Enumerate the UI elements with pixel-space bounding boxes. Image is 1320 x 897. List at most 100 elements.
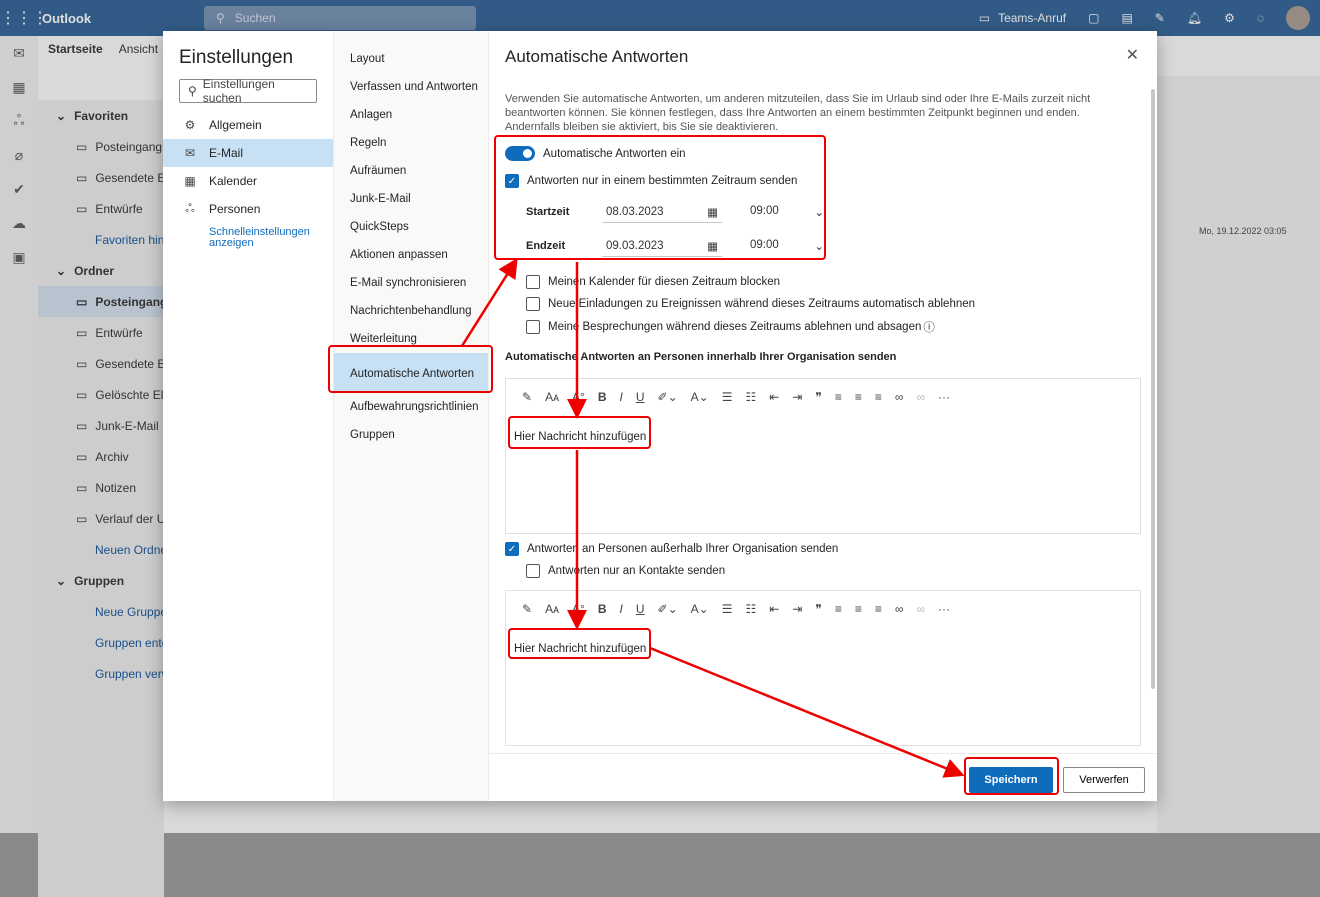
category-mail[interactable]: ✉ E-Mail	[163, 139, 333, 167]
unlink-icon[interactable]: ∞	[916, 390, 925, 404]
numbering-icon[interactable]: ☷	[745, 602, 756, 616]
app-launcher-icon[interactable]: ⋮⋮⋮	[0, 8, 48, 28]
outdent-icon[interactable]: ⇤	[769, 602, 779, 616]
folder-item[interactable]: ▭ Entwürfe	[38, 193, 164, 224]
section-item[interactable]: Aufbewahrungsrichtlinien	[334, 393, 488, 421]
align-center-icon[interactable]: ≡	[855, 390, 862, 404]
numbering-icon[interactable]: ☷	[745, 390, 756, 404]
mail-icon[interactable]: ✉	[0, 36, 38, 70]
avatar[interactable]	[1286, 6, 1310, 30]
more-icon[interactable]: ···	[938, 602, 950, 616]
underline-icon[interactable]: U	[636, 390, 645, 404]
todo-icon[interactable]: ✔	[0, 172, 38, 206]
external-checkbox[interactable]: ✓	[505, 542, 519, 556]
align-left-icon[interactable]: ≡	[835, 390, 842, 404]
align-right-icon[interactable]: ≡	[875, 390, 882, 404]
bell-icon[interactable]: 🔔︎	[1187, 11, 1202, 25]
indent-icon[interactable]: ⇥	[792, 602, 802, 616]
folder-item[interactable]: ▭ Entwürfe	[38, 317, 164, 348]
bold-icon[interactable]: B	[598, 602, 607, 616]
folder-item[interactable]: ⌄ Ordner	[38, 255, 164, 286]
font-color-icon[interactable]: A⌄	[691, 390, 709, 404]
highlight-icon[interactable]: ✐⌄	[658, 602, 678, 616]
close-icon[interactable]: ✕	[1126, 45, 1139, 65]
section-item[interactable]: E-Mail synchronisieren	[334, 269, 488, 297]
superscript-icon[interactable]: A°	[572, 602, 585, 616]
folder-item[interactable]: ▭ Archiv	[38, 441, 164, 472]
people-icon[interactable]: ஃ	[0, 104, 38, 138]
section-item[interactable]: Gruppen	[334, 421, 488, 449]
underline-icon[interactable]: U	[636, 602, 645, 616]
tab-home[interactable]: Startseite	[48, 42, 103, 56]
folder-item[interactable]: Gruppen verw	[38, 658, 164, 689]
internal-editor[interactable]: ✎ Aᴀ A° B I U ✐⌄ A⌄ ☰ ☷ ⇤ ⇥ ❞ ≡ ≡ ≡ ∞ ∞ ··· Hier Nachricht…	[505, 378, 1141, 534]
category-calendar[interactable]: ▦ Kalender	[163, 167, 333, 195]
folder-item[interactable]: Neuen Ordner	[38, 534, 164, 565]
category-people[interactable]: ஃ Personen	[163, 195, 333, 223]
section-item[interactable]: Anlagen	[334, 101, 488, 129]
section-item[interactable]: Nachrichtenbehandlung	[334, 297, 488, 325]
align-center-icon[interactable]: ≡	[855, 602, 862, 616]
lightbulb-icon[interactable]: ◌	[1257, 11, 1264, 25]
more-icon[interactable]: ···	[938, 390, 950, 404]
font-size-icon[interactable]: Aᴀ	[545, 390, 559, 404]
teams-call-button[interactable]: ▭ Teams-Anruf	[979, 11, 1066, 25]
attach-icon[interactable]: ⌀	[0, 138, 38, 172]
apps-icon[interactable]: ▣	[0, 240, 38, 274]
folder-item[interactable]: Favoriten hinz	[38, 224, 164, 255]
folder-item[interactable]: ⌄ Gruppen	[38, 565, 164, 596]
chat-icon[interactable]: ▢	[1088, 11, 1099, 25]
folder-item[interactable]: ▭Gesendete Ele	[38, 162, 164, 193]
align-right-icon[interactable]: ≡	[875, 602, 882, 616]
quick-settings-link[interactable]: Schnelleinstellungen anzeigen	[163, 223, 333, 249]
section-item[interactable]: Layout	[334, 45, 488, 73]
info-icon[interactable]: ⓘ	[923, 319, 935, 335]
decline-meetings-checkbox[interactable]	[526, 320, 540, 334]
section-item[interactable]: Aktionen anpassen	[334, 241, 488, 269]
link-icon[interactable]: ∞	[895, 602, 904, 616]
folder-item[interactable]: ▭Gesendete Ele	[38, 348, 164, 379]
external-editor[interactable]: ✎ Aᴀ A° B I U ✐⌄ A⌄ ☰ ☷ ⇤ ⇥ ❞ ≡ ≡ ≡ ∞ ∞ ··· Hier Nachricht…	[505, 590, 1141, 746]
link-icon[interactable]: ∞	[895, 390, 904, 404]
outdent-icon[interactable]: ⇤	[769, 390, 779, 404]
section-item[interactable]: Verfassen und Antworten	[334, 73, 488, 101]
translate-icon[interactable]: ▤	[1121, 11, 1132, 25]
contacts-only-checkbox[interactable]	[526, 564, 540, 578]
section-item[interactable]: Junk-E-Mail	[334, 185, 488, 213]
font-color-icon[interactable]: A⌄	[691, 602, 709, 616]
bullets-icon[interactable]: ☰	[722, 390, 733, 404]
format-painter-icon[interactable]: ✎	[522, 602, 532, 616]
onedrive-icon[interactable]: ☁	[0, 206, 38, 240]
unlink-icon[interactable]: ∞	[916, 602, 925, 616]
folder-item[interactable]: ▭ Junk-E-Mail	[38, 410, 164, 441]
align-left-icon[interactable]: ≡	[835, 602, 842, 616]
indent-icon[interactable]: ⇥	[792, 390, 802, 404]
category-general[interactable]: ⚙ Allgemein	[163, 111, 333, 139]
settings-search-input[interactable]: ⚲ Einstellungen suchen	[179, 77, 317, 105]
bold-icon[interactable]: B	[598, 390, 607, 404]
italic-icon[interactable]: I	[620, 390, 623, 404]
folder-item[interactable]: ⌄ Favoriten	[38, 100, 164, 131]
folder-item[interactable]: ▭ Gelöschte Ele	[38, 379, 164, 410]
decline-invites-checkbox[interactable]	[526, 297, 540, 311]
section-item[interactable]: Regeln	[334, 129, 488, 157]
quote-icon[interactable]: ❞	[815, 602, 821, 616]
folder-item[interactable]: ▭ Notizen	[38, 472, 164, 503]
calendar-icon[interactable]: ▦	[0, 70, 38, 104]
discard-button[interactable]: Verwerfen	[1063, 767, 1145, 793]
folder-item[interactable]: Gruppen entd	[38, 627, 164, 658]
folder-item[interactable]: ▭ Posteingang	[38, 286, 164, 317]
folder-item[interactable]: ▭ Posteingang	[38, 131, 164, 162]
block-calendar-checkbox[interactable]	[526, 275, 540, 289]
gear-icon[interactable]: ⚙	[1224, 11, 1235, 25]
search-box[interactable]: ⚲ Suchen	[204, 6, 476, 30]
quote-icon[interactable]: ❞	[815, 390, 821, 404]
font-size-icon[interactable]: Aᴀ	[545, 602, 559, 616]
section-item[interactable]: Aufräumen	[334, 157, 488, 185]
section-item[interactable]: QuickSteps	[334, 213, 488, 241]
italic-icon[interactable]: I	[620, 602, 623, 616]
tab-view[interactable]: Ansicht	[119, 42, 158, 56]
highlight-icon[interactable]: ✐⌄	[658, 390, 678, 404]
folder-item[interactable]: Neue Gruppe	[38, 596, 164, 627]
superscript-icon[interactable]: A°	[572, 390, 585, 404]
